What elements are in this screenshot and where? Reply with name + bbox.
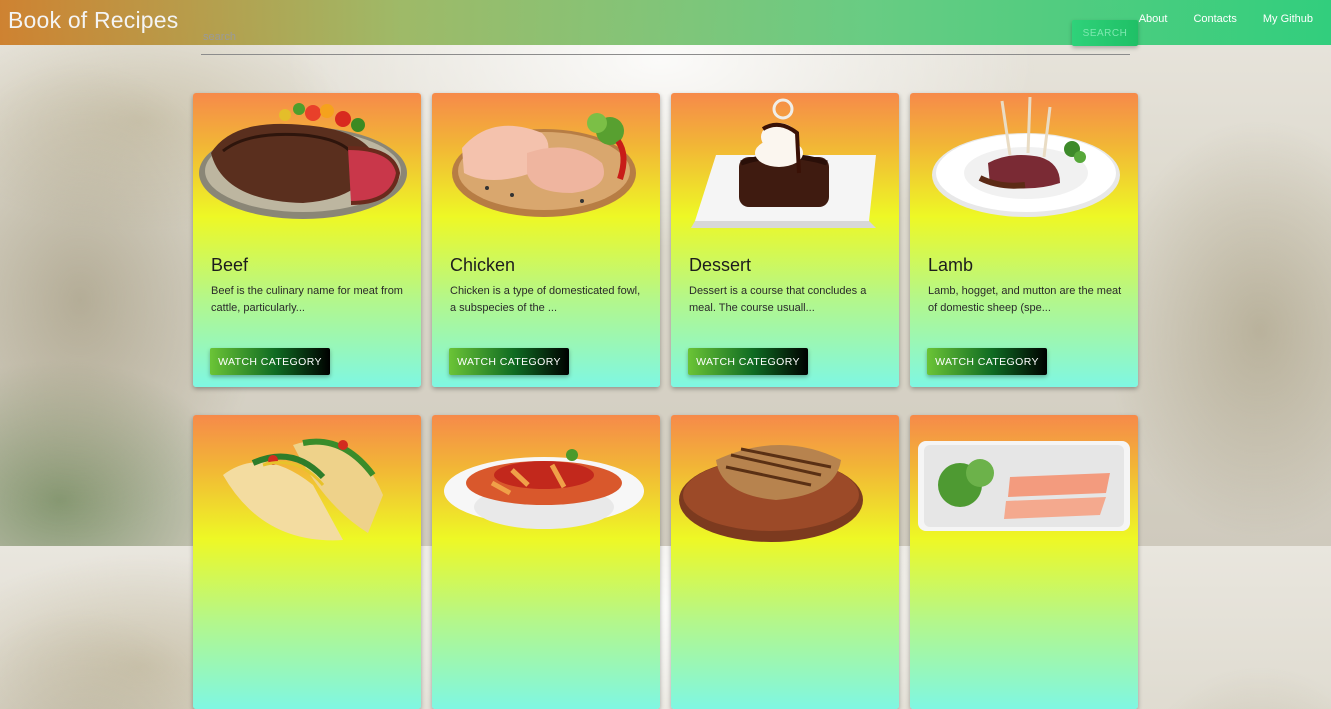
card-description: Beef is the culinary name for meat from … (211, 285, 403, 314)
tacos-image (223, 438, 383, 541)
search-button[interactable]: SEARCH (1072, 20, 1138, 46)
watch-category-button[interactable]: WATCH CATEGORY (688, 348, 808, 375)
search-bar (201, 26, 1130, 55)
card-title: Dessert (689, 255, 752, 275)
card-title: Chicken (450, 255, 516, 275)
category-card (432, 415, 660, 709)
brand-title[interactable]: Book of Recipes (8, 7, 178, 34)
lamb-chops-image (932, 96, 1120, 217)
watch-category-button[interactable]: WATCH CATEGORY (210, 348, 330, 375)
watch-category-button[interactable]: WATCH CATEGORY (449, 348, 569, 375)
grilled-pork-image (679, 445, 863, 542)
category-card: Beef Beef is the culinary name for meat … (193, 93, 421, 387)
top-nav: About Contacts My Github (1113, 13, 1313, 25)
pasta-image (444, 449, 644, 529)
search-input[interactable] (201, 30, 1065, 44)
category-card (193, 415, 421, 709)
category-card: Dessert Dessert is a course that conclud… (671, 93, 899, 387)
category-grid: Beef Beef is the culinary name for meat … (193, 93, 1138, 709)
chocolate-dessert-image (691, 98, 876, 228)
card-title: Lamb (928, 255, 974, 275)
nav-link-github[interactable]: My Github (1263, 13, 1313, 25)
card-description: Dessert is a course that concludes a mea… (689, 285, 867, 314)
watch-category-button[interactable]: WATCH CATEGORY (927, 348, 1047, 375)
raw-chicken-image (452, 113, 636, 217)
category-card (910, 415, 1138, 709)
card-description: Lamb, hogget, and mutton are the meat of… (928, 285, 1122, 314)
card-title: Beef (211, 255, 249, 275)
card-description: Chicken is a type of domesticated fowl, … (450, 285, 641, 314)
category-card (671, 415, 899, 709)
beef-steak-image (199, 103, 407, 219)
nav-link-contacts[interactable]: Contacts (1193, 13, 1236, 25)
category-card: Chicken Chicken is a type of domesticate… (432, 93, 660, 387)
nav-link-about[interactable]: About (1139, 13, 1168, 25)
seafood-salmon-image (918, 441, 1130, 531)
category-card: Lamb Lamb, hogget, and mutton are the me… (910, 93, 1138, 387)
